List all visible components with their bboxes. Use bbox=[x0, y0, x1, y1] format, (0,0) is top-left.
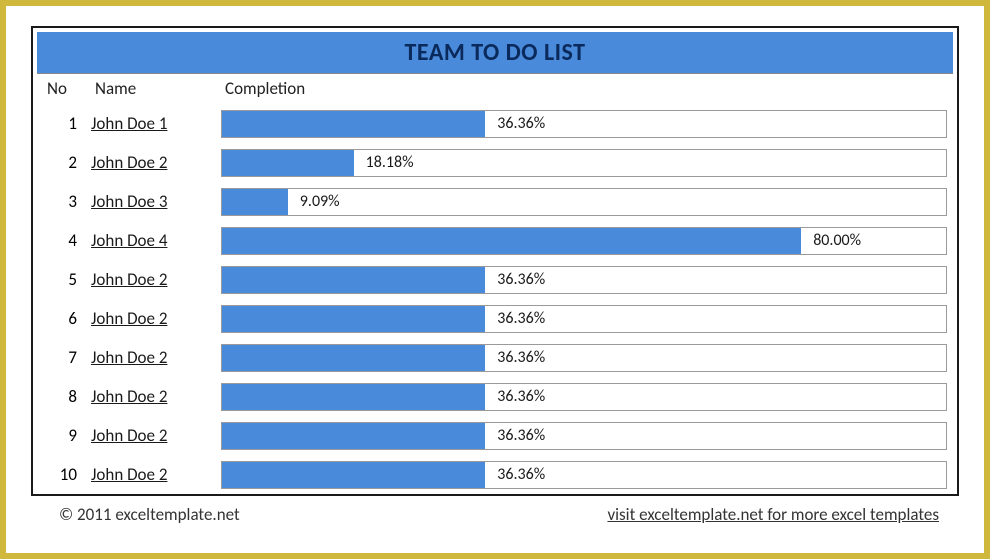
row-no: 6 bbox=[43, 308, 91, 329]
row-no: 8 bbox=[43, 386, 91, 407]
progress-bar: 36.36% bbox=[221, 305, 947, 333]
page-title: TEAM TO DO LIST bbox=[37, 38, 953, 67]
table-row: 4John Doe 4 80.00% bbox=[43, 222, 947, 259]
table-row: 9John Doe 2 36.36% bbox=[43, 417, 947, 454]
table-row: 10John Doe 2 36.36% bbox=[43, 456, 947, 493]
row-name: John Doe 2 bbox=[91, 308, 221, 329]
header-name: Name bbox=[95, 78, 225, 99]
progress-label: 80.00% bbox=[801, 231, 861, 250]
name-link[interactable]: John Doe 2 bbox=[91, 308, 167, 329]
title-bar: TEAM TO DO LIST bbox=[37, 32, 953, 74]
footer: © 2011 exceltemplate.net visit exceltemp… bbox=[31, 496, 959, 525]
progress-label: 18.18% bbox=[354, 153, 414, 172]
progress-bar: 36.36% bbox=[221, 110, 947, 138]
row-name: John Doe 2 bbox=[91, 269, 221, 290]
progress-label: 36.36% bbox=[485, 114, 545, 133]
progress-label: 36.36% bbox=[485, 348, 545, 367]
progress-fill bbox=[222, 462, 485, 488]
progress-fill bbox=[222, 306, 485, 332]
table-row: 5John Doe 2 36.36% bbox=[43, 261, 947, 298]
progress-fill bbox=[222, 345, 485, 371]
name-link[interactable]: John Doe 2 bbox=[91, 464, 167, 485]
row-name: John Doe 2 bbox=[91, 386, 221, 407]
progress-bar: 36.36% bbox=[221, 344, 947, 372]
progress-label: 36.36% bbox=[485, 270, 545, 289]
progress-bar: 36.36% bbox=[221, 383, 947, 411]
progress-fill bbox=[222, 189, 288, 215]
header-no: No bbox=[47, 78, 95, 99]
table-row: 1John Doe 1 36.36% bbox=[43, 105, 947, 142]
table-row: 8John Doe 2 36.36% bbox=[43, 378, 947, 415]
row-no: 2 bbox=[43, 152, 91, 173]
row-no: 4 bbox=[43, 230, 91, 251]
row-no: 7 bbox=[43, 347, 91, 368]
progress-fill bbox=[222, 423, 485, 449]
row-name: John Doe 3 bbox=[91, 191, 221, 212]
row-name: John Doe 2 bbox=[91, 425, 221, 446]
row-name: John Doe 4 bbox=[91, 230, 221, 251]
name-link[interactable]: John Doe 2 bbox=[91, 425, 167, 446]
progress-bar: 80.00% bbox=[221, 227, 947, 255]
rows-container: 1John Doe 136.36%2John Doe 218.18%3John … bbox=[43, 105, 947, 493]
row-name: John Doe 2 bbox=[91, 464, 221, 485]
progress-label: 9.09% bbox=[288, 192, 340, 211]
progress-fill bbox=[222, 384, 485, 410]
progress-fill bbox=[222, 150, 354, 176]
name-link[interactable]: John Doe 2 bbox=[91, 347, 167, 368]
progress-fill bbox=[222, 228, 801, 254]
copyright-text: © 2011 exceltemplate.net bbox=[59, 504, 240, 525]
name-link[interactable]: John Doe 4 bbox=[91, 230, 167, 251]
table-row: 3John Doe 3 9.09% bbox=[43, 183, 947, 220]
progress-label: 36.36% bbox=[485, 465, 545, 484]
row-name: John Doe 2 bbox=[91, 347, 221, 368]
row-no: 10 bbox=[43, 464, 91, 485]
name-link[interactable]: John Doe 2 bbox=[91, 269, 167, 290]
content-area: No Name Completion 1John Doe 136.36%2Joh… bbox=[33, 74, 957, 493]
row-no: 5 bbox=[43, 269, 91, 290]
row-no: 3 bbox=[43, 191, 91, 212]
table-header: No Name Completion bbox=[43, 78, 947, 99]
progress-label: 36.36% bbox=[485, 387, 545, 406]
table-row: 6John Doe 2 36.36% bbox=[43, 300, 947, 337]
progress-fill bbox=[222, 111, 485, 137]
header-completion: Completion bbox=[225, 78, 947, 99]
name-link[interactable]: John Doe 2 bbox=[91, 386, 167, 407]
row-no: 1 bbox=[43, 113, 91, 134]
progress-fill bbox=[222, 267, 485, 293]
more-templates-link[interactable]: visit exceltemplate.net for more excel t… bbox=[607, 504, 939, 525]
row-name: John Doe 2 bbox=[91, 152, 221, 173]
todo-card: TEAM TO DO LIST No Name Completion 1John… bbox=[31, 26, 959, 496]
progress-bar: 36.36% bbox=[221, 266, 947, 294]
progress-bar: 18.18% bbox=[221, 149, 947, 177]
table-row: 7John Doe 2 36.36% bbox=[43, 339, 947, 376]
progress-bar: 36.36% bbox=[221, 422, 947, 450]
progress-bar: 36.36% bbox=[221, 461, 947, 489]
progress-label: 36.36% bbox=[485, 426, 545, 445]
name-link[interactable]: John Doe 1 bbox=[91, 113, 167, 134]
name-link[interactable]: John Doe 2 bbox=[91, 152, 167, 173]
name-link[interactable]: John Doe 3 bbox=[91, 191, 167, 212]
table-row: 2John Doe 2 18.18% bbox=[43, 144, 947, 181]
row-no: 9 bbox=[43, 425, 91, 446]
progress-bar: 9.09% bbox=[221, 188, 947, 216]
progress-label: 36.36% bbox=[485, 309, 545, 328]
row-name: John Doe 1 bbox=[91, 113, 221, 134]
